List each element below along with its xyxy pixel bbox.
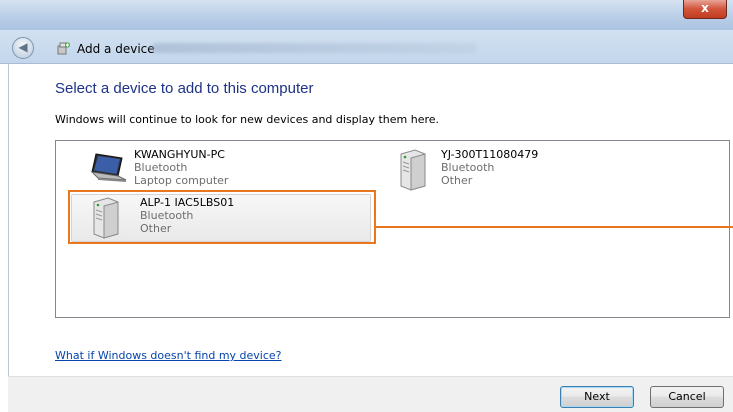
device-category: Other (441, 174, 473, 187)
highlight-annotation-box (68, 190, 376, 244)
navigation-bar: ◀ Add a device (0, 30, 733, 64)
device-name: YJ-300T11080479 (441, 148, 539, 161)
device-item[interactable]: YJ-300T11080479 Bluetooth Other (395, 148, 695, 192)
device-connection: Bluetooth (134, 161, 188, 174)
device-category: Laptop computer (134, 174, 229, 187)
device-name: KWANGHYUN-PC (134, 148, 225, 161)
cancel-button[interactable]: Cancel (650, 386, 724, 408)
window-title: Add a device (77, 42, 155, 56)
page-title: Select a device to add to this computer (55, 80, 314, 97)
generic-device-icon (400, 149, 426, 191)
title-bar: x (0, 0, 733, 30)
next-button[interactable]: Next (560, 386, 634, 408)
device-connection: Bluetooth (441, 161, 495, 174)
help-link[interactable]: What if Windows doesn't find my device? (55, 349, 282, 362)
add-device-icon (57, 42, 70, 55)
callout-line (376, 226, 733, 228)
laptop-icon (90, 153, 127, 182)
back-button[interactable]: ◀ (12, 37, 34, 59)
close-button[interactable]: x (683, 0, 727, 19)
blurred-status-text (152, 43, 477, 53)
device-item[interactable]: KWANGHYUN-PC Bluetooth Laptop computer (88, 148, 388, 192)
instructions-text: Windows will continue to look for new de… (55, 113, 440, 126)
